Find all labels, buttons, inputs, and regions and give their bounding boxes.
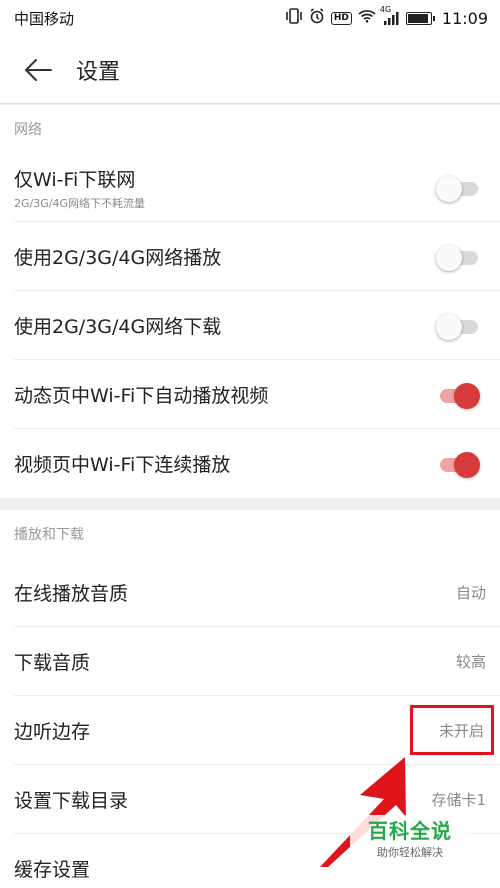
setting-mobile-play[interactable]: 使用2G/3G/4G网络播放 xyxy=(0,222,500,291)
setting-value: 存储卡1 xyxy=(431,791,486,809)
battery-level xyxy=(407,13,429,23)
setting-title: 下载音质 xyxy=(14,652,91,674)
setting-wifi-only[interactable]: 仅Wi-Fi下联网 2G/3G/4G网络下不耗流量 xyxy=(0,153,500,222)
vibrate-icon xyxy=(285,8,303,28)
section-header-playback: 播放和下载 xyxy=(0,510,500,558)
watermark-logo: 百科全说 助你轻松解决 xyxy=(350,815,470,863)
setting-title: 仅Wi-Fi下联网 xyxy=(14,168,136,191)
hd-badge: HD xyxy=(330,11,352,25)
highlight-box xyxy=(410,705,494,755)
setting-title: 视频页中Wi-Fi下连续播放 xyxy=(14,454,231,476)
setting-title: 边听边存 xyxy=(14,721,91,743)
toggle-switch[interactable] xyxy=(436,175,480,202)
app-header: 设置 xyxy=(0,36,500,104)
toggle-switch[interactable] xyxy=(436,382,480,409)
back-arrow-icon xyxy=(25,58,52,81)
carrier-name: 中国移动 xyxy=(14,9,75,28)
setting-subtitle: 2G/3G/4G网络下不耗流量 xyxy=(14,196,145,210)
wifi-icon xyxy=(358,9,376,27)
setting-title: 使用2G/3G/4G网络播放 xyxy=(14,247,222,269)
status-bar: 中国移动 HD 4G 11:09 xyxy=(0,0,500,36)
setting-title: 动态页中Wi-Fi下自动播放视频 xyxy=(14,385,269,407)
settings-list: 网络 仅Wi-Fi下联网 2G/3G/4G网络下不耗流量 使用2G/3G/4G网… xyxy=(0,105,500,888)
setting-mobile-download[interactable]: 使用2G/3G/4G网络下载 xyxy=(0,291,500,360)
setting-download-quality[interactable]: 下载音质 较高 xyxy=(0,627,500,696)
toggle-switch[interactable] xyxy=(436,451,480,478)
status-icons: HD 4G 11:09 xyxy=(285,5,488,28)
setting-online-quality[interactable]: 在线播放音质 自动 xyxy=(0,558,500,627)
setting-title: 使用2G/3G/4G网络下载 xyxy=(14,316,222,338)
toggle-switch[interactable] xyxy=(436,313,480,340)
battery-icon xyxy=(405,11,435,25)
section-header-network: 网络 xyxy=(0,105,500,153)
back-button[interactable] xyxy=(0,36,76,104)
network-type: 4G xyxy=(379,5,392,14)
setting-value: 较高 xyxy=(455,653,486,671)
watermark-subtitle: 助你轻松解决 xyxy=(377,846,443,859)
page-title: 设置 xyxy=(76,59,121,85)
watermark-title: 百科全说 xyxy=(368,819,452,843)
setting-value: 自动 xyxy=(455,584,486,602)
alarm-icon xyxy=(309,8,325,28)
section-divider xyxy=(0,498,500,510)
toggle-switch[interactable] xyxy=(436,244,480,271)
setting-video-continuous[interactable]: 视频页中Wi-Fi下连续播放 xyxy=(0,429,500,498)
signal-icon: 4G xyxy=(380,5,400,25)
clock: 11:09 xyxy=(441,8,488,28)
setting-title: 在线播放音质 xyxy=(14,583,129,605)
setting-feed-autoplay[interactable]: 动态页中Wi-Fi下自动播放视频 xyxy=(0,360,500,429)
